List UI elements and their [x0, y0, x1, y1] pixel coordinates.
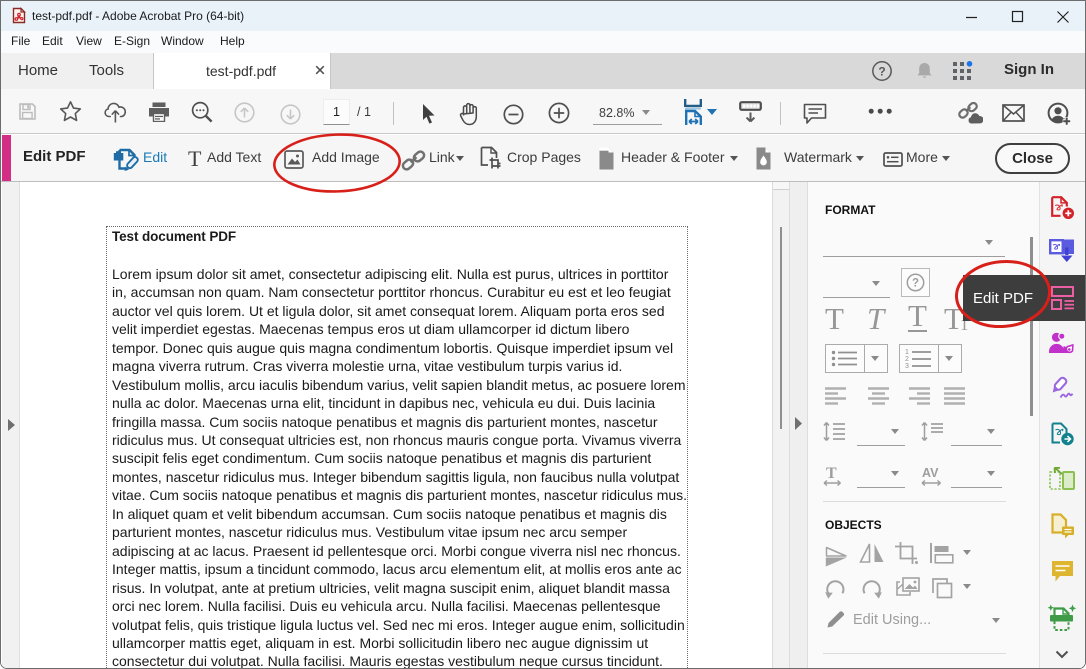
svg-text:?: ?: [912, 278, 919, 290]
svg-text:T: T: [826, 465, 837, 482]
svg-text:?: ?: [878, 65, 885, 79]
svg-text:1: 1: [905, 349, 909, 356]
svg-text:AV: AV: [922, 466, 939, 480]
svg-text:2: 2: [905, 356, 909, 363]
svg-text:3: 3: [905, 363, 909, 369]
